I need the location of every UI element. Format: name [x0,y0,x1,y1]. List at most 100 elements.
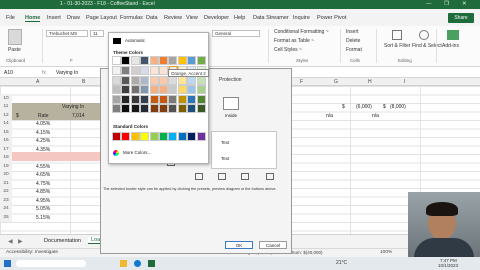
next-sheet-icon[interactable]: ▶ [18,238,23,245]
theme-shade-swatch[interactable] [149,104,159,113]
theme-shade-swatch[interactable] [187,104,197,113]
rate-cell[interactable]: 5.15% [36,214,50,223]
theme-shade-swatch[interactable] [177,75,187,85]
theme-shade-swatch[interactable] [149,75,159,85]
row-number[interactable]: 24 [0,205,12,214]
tab-data-streamer[interactable]: Data Streamer [253,15,289,21]
theme-shade-swatch[interactable] [121,85,131,94]
row-number[interactable]: 14 [0,120,12,129]
theme-shade-swatch[interactable] [196,85,206,94]
maximize-button[interactable]: ❐ [444,1,449,7]
payment-cell[interactable]: 7,014 [72,112,85,121]
theme-shade-swatch[interactable] [121,66,131,75]
standard-color-swatch[interactable] [168,132,178,141]
standard-color-swatch[interactable] [112,132,121,141]
excel-icon[interactable] [148,260,155,267]
paste-icon[interactable] [8,29,22,45]
theme-color-swatch[interactable] [140,56,150,65]
addins-icon[interactable] [447,30,459,40]
tab-formulas[interactable]: Formulas [120,15,143,21]
theme-color-swatch[interactable] [196,56,206,65]
more-colors-option[interactable]: More Colors... [123,150,151,155]
file-explorer-icon[interactable] [120,260,127,267]
theme-color-swatch[interactable] [187,56,197,65]
standard-color-swatch[interactable] [149,132,159,141]
rate-cell[interactable]: 4.05% [36,120,50,129]
theme-shade-swatch[interactable] [121,94,131,104]
rate-cell[interactable]: 4.65% [36,171,50,180]
theme-shade-swatch[interactable] [187,85,197,94]
standard-color-swatch[interactable] [121,132,131,141]
row-number[interactable]: 15 [0,128,12,137]
minimize-button[interactable]: — [426,1,432,7]
theme-shade-swatch[interactable] [159,104,168,113]
row-number[interactable]: 11 [0,103,12,112]
theme-shade-swatch[interactable] [149,66,159,75]
rate-cell[interactable]: 4.25% [36,137,50,146]
row-number[interactable]: 20 [0,171,12,180]
cell-l11[interactable]: (8,000) [390,103,406,112]
theme-shade-swatch[interactable] [168,75,178,85]
theme-shade-swatch[interactable] [121,104,131,113]
tab-review[interactable]: Review [164,15,182,21]
font-name-box[interactable]: Trebuchet MS [46,30,88,37]
theme-shade-swatch[interactable] [159,66,168,75]
theme-color-swatch[interactable] [149,56,159,65]
inside-preset-icon[interactable] [223,97,239,110]
close-button[interactable]: ✕ [462,1,467,7]
theme-shade-swatch[interactable] [187,75,197,85]
row-number[interactable]: 10 [0,94,12,103]
standard-color-swatch[interactable] [196,132,206,141]
edge-icon[interactable] [134,260,141,267]
row-number[interactable]: 22 [0,188,12,197]
theme-shade-swatch[interactable] [112,66,121,75]
theme-shade-swatch[interactable] [168,94,178,104]
theme-shade-swatch[interactable] [177,85,187,94]
ok-button[interactable]: OK [225,241,253,249]
column-header[interactable]: I [404,79,405,85]
rate-cell[interactable]: 4.95% [36,197,50,206]
theme-shade-swatch[interactable] [112,104,121,113]
tab-page-layout[interactable]: Page Layout [86,15,117,21]
tab-file[interactable]: File [6,15,15,21]
theme-shade-swatch[interactable] [196,104,206,113]
theme-shade-swatch[interactable] [177,94,187,104]
column-header[interactable]: B [82,79,85,85]
theme-shade-swatch[interactable] [130,94,140,104]
theme-shade-swatch[interactable] [140,66,150,75]
theme-shade-swatch[interactable] [196,94,206,104]
theme-shade-swatch[interactable] [130,85,140,94]
theme-shade-swatch[interactable] [140,75,150,85]
border-diagonal-up-button[interactable] [266,173,274,180]
rate-cell[interactable]: 4.55% [36,163,50,172]
standard-color-swatch[interactable] [177,132,187,141]
row-number[interactable]: 25 [0,213,12,222]
insert-cells-button[interactable]: Insert [346,29,359,35]
sort-filter-button[interactable]: Sort & Filter [384,43,410,49]
standard-color-swatch[interactable] [187,132,197,141]
theme-shade-swatch[interactable] [130,104,140,113]
tab-view[interactable]: View [186,15,198,21]
tab-protection[interactable]: Protection [219,77,242,83]
accessibility-status[interactable]: Accessibility: Investigate [6,250,58,255]
theme-shade-swatch[interactable] [130,75,140,85]
font-size-box[interactable]: 11 [90,30,104,37]
column-header[interactable]: G [334,79,338,85]
search-box[interactable] [16,260,86,267]
theme-shade-swatch[interactable] [159,75,168,85]
cell-i11[interactable]: (6,000) [356,103,372,112]
standard-color-swatch[interactable] [159,132,168,141]
row-number[interactable]: 17 [0,145,12,154]
column-header[interactable]: A [36,79,39,85]
cancel-button[interactable]: Cancel [259,241,287,249]
theme-shade-swatch[interactable] [140,85,150,94]
find-select-icon[interactable] [419,30,429,40]
theme-shade-swatch[interactable] [112,85,121,94]
theme-color-swatch[interactable] [159,56,168,65]
standard-color-swatch[interactable] [140,132,150,141]
tab-help[interactable]: Help [234,15,245,21]
share-button[interactable]: Share [448,13,474,23]
border-preview[interactable] [211,131,277,169]
theme-shade-swatch[interactable] [112,75,121,85]
theme-shade-swatch[interactable] [121,75,131,85]
